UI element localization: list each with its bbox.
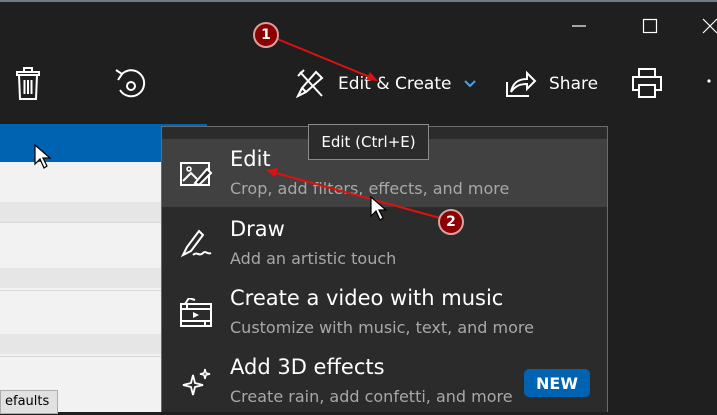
edit-create-button[interactable]: Edit & Create — [294, 64, 477, 104]
annotation-marker-2: 2 — [438, 209, 464, 235]
edit-create-menu: Edit Crop, add filters, effects, and mor… — [161, 126, 608, 412]
pen-icon — [180, 229, 212, 258]
menu-item-3d-effects[interactable]: Add 3D effects Create rain, add confetti… — [162, 347, 607, 415]
edit-image-icon — [180, 162, 213, 187]
share-icon — [506, 70, 537, 97]
defaults-button[interactable]: efaults — [0, 390, 58, 414]
close-icon[interactable] — [700, 16, 717, 36]
mouse-cursor-icon — [34, 144, 52, 169]
toolbar: Edit & Create Share — [0, 48, 717, 124]
trash-icon[interactable] — [12, 66, 44, 102]
menu-item-title: Edit — [230, 147, 271, 171]
menu-item-title: Add 3D effects — [230, 355, 385, 379]
menu-item-subtitle: Create rain, add confetti, and more — [230, 387, 513, 406]
annotation-marker-1: 1 — [253, 22, 279, 48]
menu-item-create-video[interactable]: Create a video with music Customize with… — [162, 278, 607, 346]
share-button[interactable]: Share — [503, 64, 598, 104]
chevron-down-icon — [464, 80, 477, 88]
mouse-cursor-icon — [370, 196, 388, 221]
video-icon — [180, 298, 212, 327]
sparkle-icon — [182, 368, 211, 396]
share-label: Share — [549, 74, 599, 94]
title-bar — [0, 0, 717, 48]
maximize-icon[interactable] — [640, 16, 660, 36]
new-badge: NEW — [524, 369, 590, 397]
menu-item-title: Create a video with music — [230, 286, 504, 310]
menu-item-subtitle: Customize with music, text, and more — [230, 318, 534, 337]
edit-create-label: Edit & Create — [338, 74, 452, 94]
edit-tooltip: Edit (Ctrl+E) — [308, 124, 429, 160]
minimize-icon[interactable] — [569, 16, 589, 36]
rotate-icon[interactable] — [112, 64, 150, 104]
menu-item-title: Draw — [230, 217, 285, 241]
printer-icon[interactable] — [630, 66, 664, 100]
more-options-icon[interactable] — [706, 78, 712, 84]
menu-item-subtitle: Add an artistic touch — [230, 249, 397, 268]
edit-create-icon — [295, 69, 324, 99]
